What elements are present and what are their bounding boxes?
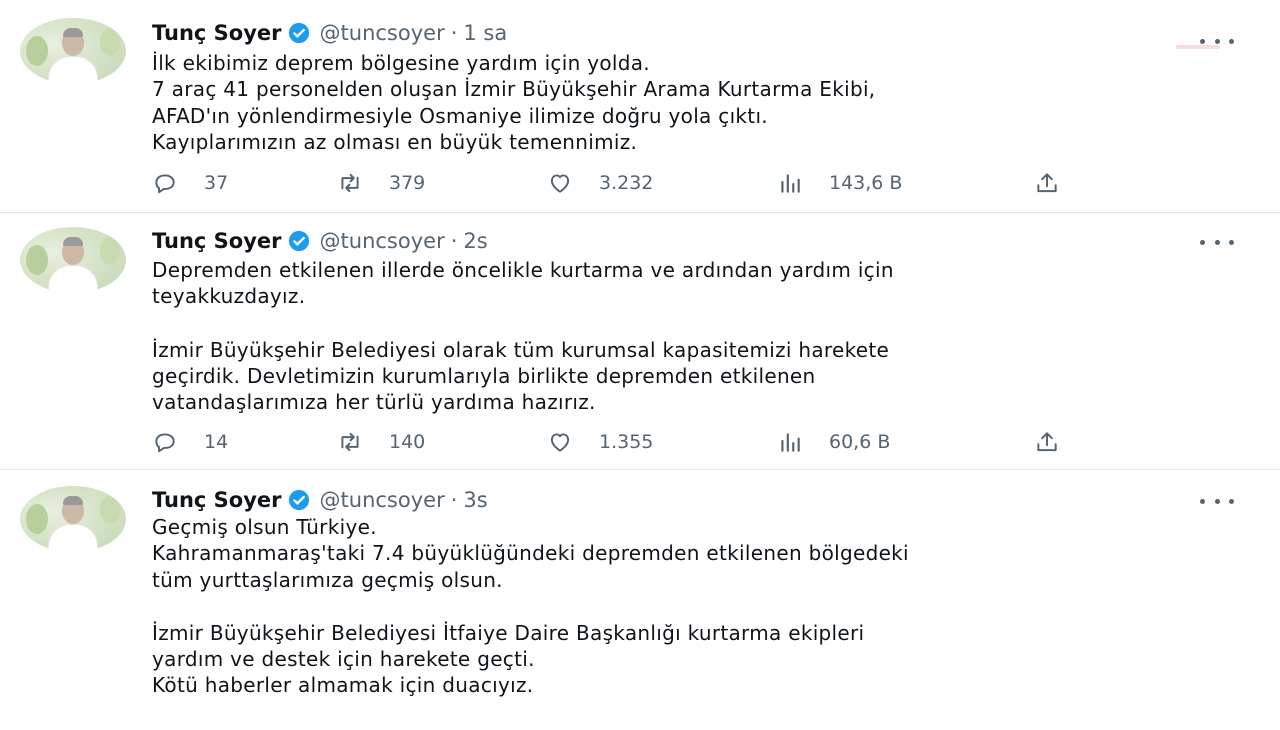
tweet-line: Geçmiş olsun Türkiye. [152, 515, 377, 539]
retweet-count: 379 [389, 172, 426, 194]
tweet-line: teyakkuzdayız. [152, 284, 306, 309]
share-icon [1037, 173, 1057, 193]
like-icon [550, 433, 570, 452]
author-name[interactable]: Tunç Soyer [152, 21, 282, 45]
retweet-icon [341, 432, 359, 452]
verified-badge-icon [288, 22, 309, 44]
views-button[interactable]: 143,6 B [777, 168, 902, 198]
tweet-text: İlk ekibimiz deprem bölgesine yardım içi… [152, 50, 1232, 155]
avatar[interactable] [20, 18, 126, 84]
tweet-line: İzmir Büyükşehir Belediyesi İtfaiye Dair… [152, 620, 865, 645]
tweet-line: geçirdik. Devletimizin kurumlarıyla birl… [152, 363, 816, 388]
reply-icon [155, 433, 175, 453]
like-count: 3.232 [599, 172, 654, 194]
views-count: 60,6 B [829, 431, 891, 453]
share-button[interactable] [1034, 168, 1060, 198]
retweet-button[interactable]: 379 [337, 168, 425, 198]
tweet-header: Tunç Soyer @tuncsoyer · 3s [152, 486, 488, 514]
tweet-line: Kötü haberler almamak için duacıyız. [152, 673, 534, 698]
avatar[interactable] [20, 486, 126, 552]
decorative-mark [1176, 45, 1220, 49]
tweet-header: Tunç Soyer @tuncsoyer · 2s [152, 227, 488, 255]
timestamp[interactable]: 3s [463, 488, 487, 512]
tweet-line: İlk ekibimiz deprem bölgesine yardım içi… [152, 51, 650, 75]
views-icon [781, 174, 800, 193]
tweet-2[interactable]: Tunç Soyer @tuncsoyer · 2s Depremden etk… [0, 213, 1280, 470]
like-button[interactable]: 1.355 [547, 427, 653, 457]
tweet-actions: 37 379 3.232 143,6 B [152, 168, 1092, 198]
author-handle[interactable]: @tuncsoyer [320, 488, 445, 512]
tweet-line: Depremden etkilenen illerde öncelikle ku… [152, 258, 894, 282]
tweet-actions: 14 140 1.355 60,6 B [152, 427, 1092, 457]
retweet-button[interactable]: 140 [337, 427, 425, 457]
tweet-header: Tunç Soyer @tuncsoyer · 1 sa [152, 19, 507, 47]
views-count: 143,6 B [829, 172, 903, 194]
author-name[interactable]: Tunç Soyer [152, 488, 282, 512]
retweet-icon [341, 173, 359, 193]
tweet-line: yardım ve destek için harekete geçti. [152, 647, 535, 672]
tweet-line: AFAD'ın yönlendirmesiyle Osmaniye ilimiz… [152, 103, 768, 128]
tweet-line: vatandaşlarımıza her türlü yardıma hazır… [152, 390, 596, 415]
reply-count: 37 [204, 172, 229, 194]
timestamp[interactable]: 2s [463, 229, 487, 253]
tweet-line: İzmir Büyükşehir Belediyesi olarak tüm k… [152, 337, 890, 362]
tweet-line: 7 araç 41 personelden oluşan İzmir Büyük… [152, 77, 876, 102]
share-button[interactable] [1034, 427, 1060, 457]
avatar[interactable] [20, 227, 126, 293]
views-button[interactable]: 60,6 B [777, 427, 890, 457]
share-icon [1037, 432, 1057, 452]
separator: · [450, 21, 458, 45]
tweet-1[interactable]: Tunç Soyer @tuncsoyer · 1 sa İlk ekibimi… [0, 0, 1280, 213]
timestamp[interactable]: 1 sa [463, 21, 507, 45]
tweet-line: Kayıplarımızın az olması en büyük temenn… [152, 129, 638, 154]
tweet-line: Kahramanmaraş'taki 7.4 büyüklüğündeki de… [152, 541, 909, 566]
reply-button[interactable]: 37 [152, 168, 228, 198]
more-options-icon[interactable] [1200, 238, 1234, 246]
like-count: 1.355 [599, 431, 654, 453]
more-options-icon[interactable] [1200, 37, 1234, 45]
separator: · [450, 488, 458, 512]
reply-count: 14 [204, 431, 229, 453]
tweet-text: Geçmiş olsun Türkiye. Kahramanmaraş'taki… [152, 514, 1232, 699]
verified-badge-icon [288, 489, 309, 511]
verified-badge-icon [288, 230, 309, 252]
reply-icon [155, 174, 175, 194]
tweet-line: tüm yurttaşlarımıza geçmiş olsun. [152, 567, 503, 592]
author-name[interactable]: Tunç Soyer [152, 229, 282, 253]
tweet-text: Depremden etkilenen illerde öncelikle ku… [152, 257, 1232, 415]
retweet-count: 140 [389, 431, 426, 453]
reply-button[interactable]: 14 [152, 427, 228, 457]
author-handle[interactable]: @tuncsoyer [320, 229, 445, 253]
more-options-icon[interactable] [1200, 497, 1234, 505]
tweet-3[interactable]: Tunç Soyer @tuncsoyer · 3s Geçmiş olsun … [0, 470, 1280, 730]
like-icon [550, 174, 570, 193]
like-button[interactable]: 3.232 [547, 168, 653, 198]
separator: · [450, 229, 458, 253]
author-handle[interactable]: @tuncsoyer [320, 21, 445, 45]
views-icon [781, 433, 800, 452]
